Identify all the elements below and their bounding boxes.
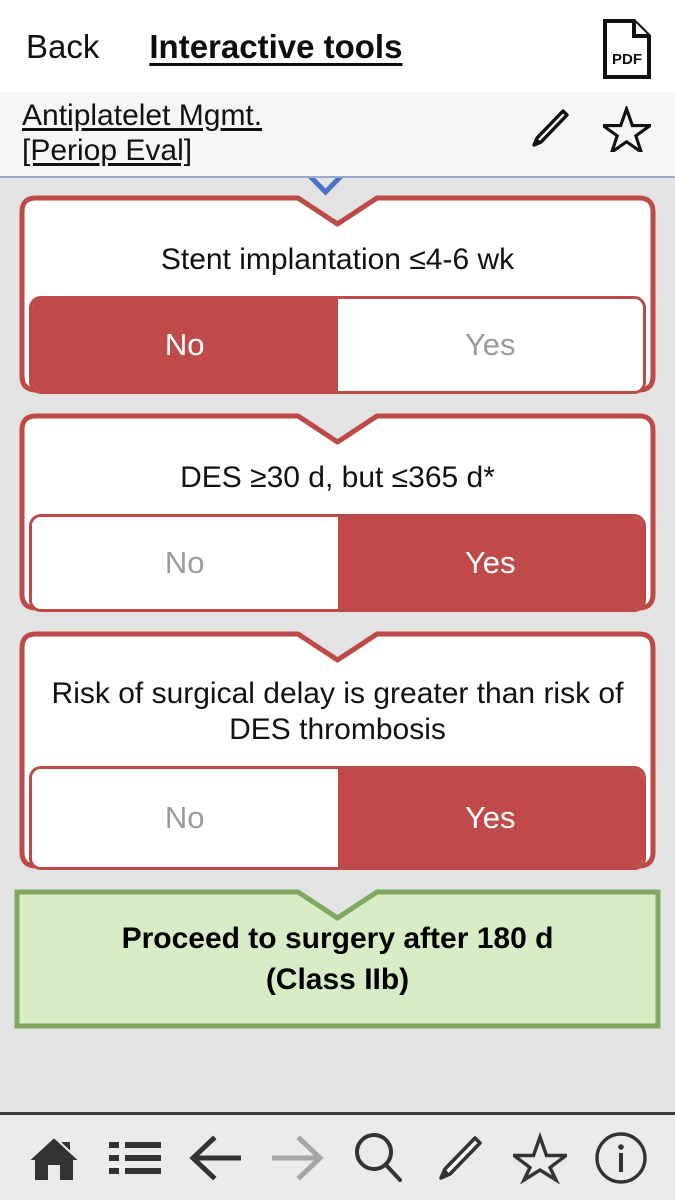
page-title: Interactive tools xyxy=(149,27,403,65)
top-navigation-bar: Back Interactive tools PDF xyxy=(0,0,675,92)
bottom-toolbar xyxy=(0,1112,675,1200)
answer-toggle[interactable]: No Yes xyxy=(29,296,646,394)
question-text: DES ≥30 d, but ≤365 d* xyxy=(180,461,495,494)
result-card: Proceed to surgery after 180 d (Class II… xyxy=(12,870,663,1030)
toggle-option-yes[interactable]: Yes xyxy=(337,299,643,391)
sub-header: Antiplatelet Mgmt. [Periop Eval] xyxy=(0,92,675,178)
toggle-option-no[interactable]: No xyxy=(32,299,338,391)
arrow-left-icon[interactable] xyxy=(185,1127,247,1189)
pencil-icon[interactable] xyxy=(525,106,571,152)
result-line1: Proceed to surgery after 180 d xyxy=(121,922,554,955)
back-button[interactable]: Back xyxy=(26,30,99,63)
home-icon[interactable] xyxy=(23,1127,85,1189)
svg-text:PDF: PDF xyxy=(612,51,642,68)
arrow-right-icon xyxy=(266,1127,328,1189)
toggle-option-no[interactable]: No xyxy=(32,769,338,867)
answer-toggle[interactable]: No Yes xyxy=(29,514,646,612)
tool-title-line1: Antiplatelet Mgmt. xyxy=(22,99,263,132)
app-root: Back Interactive tools PDF Antiplatelet … xyxy=(0,0,675,1200)
pencil-icon[interactable] xyxy=(428,1127,490,1189)
result-line2: (Class IIb) xyxy=(265,963,410,996)
question-text: Risk of surgical delay is greater than r… xyxy=(51,677,624,746)
decision-card-1: Stent implantation ≤4-6 wk No Yes xyxy=(12,178,663,394)
toggle-option-yes[interactable]: Yes xyxy=(337,769,643,867)
search-icon[interactable] xyxy=(347,1127,409,1189)
toggle-option-yes[interactable]: Yes xyxy=(337,517,643,609)
decision-card-2: DES ≥30 d, but ≤365 d* No Yes xyxy=(12,394,663,612)
info-icon[interactable] xyxy=(590,1127,652,1189)
star-icon[interactable] xyxy=(509,1127,571,1189)
star-icon[interactable] xyxy=(603,106,651,152)
question-text: Stent implantation ≤4-6 wk xyxy=(160,243,515,276)
decision-card-3: Risk of surgical delay is greater than r… xyxy=(12,612,663,870)
tool-title-line2: [Periop Eval] xyxy=(22,134,193,167)
tool-title[interactable]: Antiplatelet Mgmt. [Periop Eval] xyxy=(22,98,442,168)
list-icon[interactable] xyxy=(104,1127,166,1189)
sub-header-actions xyxy=(525,106,651,152)
answer-toggle[interactable]: No Yes xyxy=(29,766,646,870)
result-text: Proceed to surgery after 180 d (Class II… xyxy=(98,918,578,1000)
toggle-option-no[interactable]: No xyxy=(32,517,338,609)
decision-flow: Stent implantation ≤4-6 wk No Yes DES ≥3… xyxy=(0,178,675,1112)
pdf-icon[interactable]: PDF xyxy=(601,18,653,80)
